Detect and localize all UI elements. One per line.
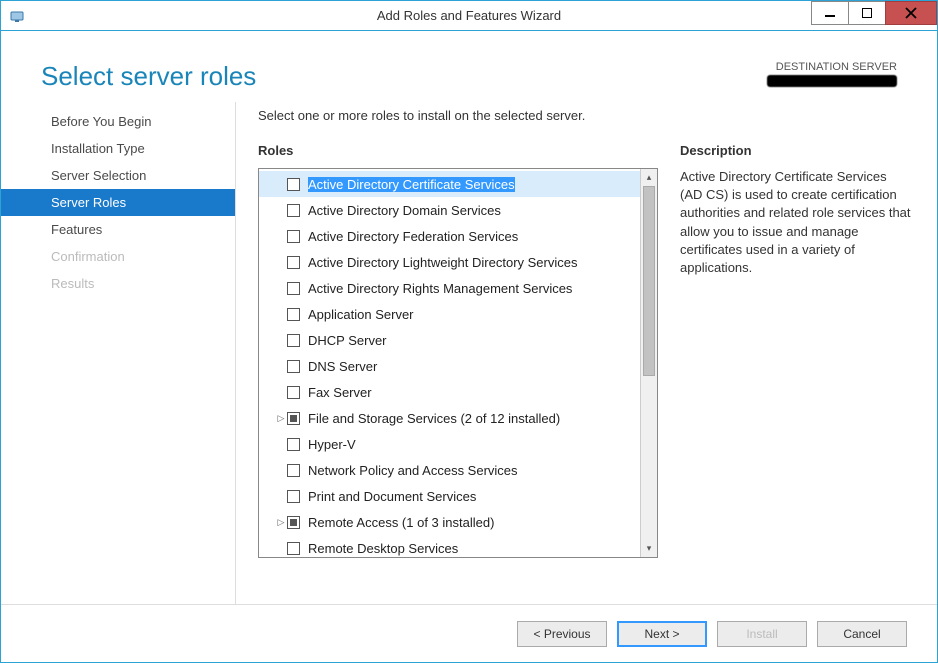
- nav-item-installation-type[interactable]: Installation Type: [1, 135, 235, 162]
- role-label: Application Server: [308, 307, 414, 322]
- scroll-track[interactable]: [641, 186, 657, 540]
- role-label: File and Storage Services (2 of 12 insta…: [308, 411, 560, 426]
- instruction-text: Select one or more roles to install on t…: [258, 108, 911, 123]
- destination-label-text: DESTINATION SERVER: [767, 61, 897, 73]
- role-checkbox[interactable]: [287, 438, 300, 451]
- role-label: Active Directory Domain Services: [308, 203, 501, 218]
- expand-icon[interactable]: ▷: [275, 517, 287, 528]
- nav-item-results: Results: [1, 270, 235, 297]
- close-button[interactable]: [885, 1, 937, 25]
- titlebar[interactable]: Add Roles and Features Wizard: [1, 1, 937, 31]
- role-label: Active Directory Rights Management Servi…: [308, 281, 572, 296]
- columns: Roles Active Directory Certificate Servi…: [258, 143, 911, 558]
- role-label: Remote Desktop Services: [308, 541, 458, 556]
- nav-item-confirmation: Confirmation: [1, 243, 235, 270]
- page-title: Select server roles: [41, 61, 256, 92]
- header: Select server roles DESTINATION SERVER: [1, 31, 937, 102]
- roles-column: Roles Active Directory Certificate Servi…: [258, 143, 658, 558]
- role-row[interactable]: Fax Server: [259, 379, 640, 405]
- nav-item-before-you-begin[interactable]: Before You Begin: [1, 108, 235, 135]
- role-checkbox[interactable]: [287, 412, 300, 425]
- role-row[interactable]: DHCP Server: [259, 327, 640, 353]
- role-row[interactable]: Active Directory Domain Services: [259, 197, 640, 223]
- wizard-nav: Before You BeginInstallation TypeServer …: [1, 102, 236, 604]
- role-checkbox[interactable]: [287, 516, 300, 529]
- role-row[interactable]: DNS Server: [259, 353, 640, 379]
- role-row[interactable]: Hyper-V: [259, 431, 640, 457]
- role-label: Remote Access (1 of 3 installed): [308, 515, 494, 530]
- role-label: Active Directory Lightweight Directory S…: [308, 255, 577, 270]
- role-row[interactable]: Network Policy and Access Services: [259, 457, 640, 483]
- window-controls: [812, 1, 937, 30]
- previous-button[interactable]: < Previous: [517, 621, 607, 647]
- role-checkbox[interactable]: [287, 204, 300, 217]
- main-panel: Select one or more roles to install on t…: [236, 102, 937, 604]
- role-row[interactable]: Active Directory Federation Services: [259, 223, 640, 249]
- role-checkbox[interactable]: [287, 490, 300, 503]
- role-checkbox[interactable]: [287, 282, 300, 295]
- role-row[interactable]: ▷ File and Storage Services (2 of 12 inst…: [259, 405, 640, 431]
- role-row[interactable]: ▷ Remote Access (1 of 3 installed): [259, 509, 640, 535]
- role-label: Network Policy and Access Services: [308, 463, 518, 478]
- server-manager-icon: [9, 8, 25, 24]
- description-column: Description Active Directory Certificate…: [680, 143, 911, 558]
- nav-item-server-roles[interactable]: Server Roles: [1, 189, 235, 216]
- maximize-button[interactable]: [848, 1, 886, 25]
- next-button[interactable]: Next >: [617, 621, 707, 647]
- description-heading: Description: [680, 143, 911, 158]
- role-label: DHCP Server: [308, 333, 387, 348]
- roles-scrollbar[interactable]: ▴ ▾: [640, 169, 657, 557]
- nav-item-server-selection[interactable]: Server Selection: [1, 162, 235, 189]
- role-checkbox[interactable]: [287, 178, 300, 191]
- role-label: Fax Server: [308, 385, 372, 400]
- role-label: Active Directory Federation Services: [308, 229, 518, 244]
- roles-listbox: Active Directory Certificate Services Act…: [258, 168, 658, 558]
- description-text: Active Directory Certificate Services (A…: [680, 168, 911, 277]
- body: Before You BeginInstallation TypeServer …: [1, 102, 937, 604]
- role-checkbox[interactable]: [287, 256, 300, 269]
- role-label: Active Directory Certificate Services: [308, 177, 515, 192]
- role-row[interactable]: Print and Document Services: [259, 483, 640, 509]
- role-row[interactable]: Remote Desktop Services: [259, 535, 640, 557]
- scroll-thumb[interactable]: [643, 186, 655, 376]
- destination-server-label: DESTINATION SERVER: [767, 61, 897, 90]
- wizard-window: Add Roles and Features Wizard Select ser…: [0, 0, 938, 663]
- roles-list[interactable]: Active Directory Certificate Services Act…: [259, 169, 640, 557]
- scroll-up-button[interactable]: ▴: [641, 169, 657, 186]
- scroll-down-button[interactable]: ▾: [641, 540, 657, 557]
- minimize-button[interactable]: [811, 1, 849, 25]
- role-checkbox[interactable]: [287, 334, 300, 347]
- role-row[interactable]: Application Server: [259, 301, 640, 327]
- destination-server-name: [767, 75, 897, 87]
- role-row[interactable]: Active Directory Rights Management Servi…: [259, 275, 640, 301]
- cancel-button[interactable]: Cancel: [817, 621, 907, 647]
- role-row[interactable]: Active Directory Lightweight Directory S…: [259, 249, 640, 275]
- install-button[interactable]: Install: [717, 621, 807, 647]
- role-checkbox[interactable]: [287, 308, 300, 321]
- role-checkbox[interactable]: [287, 464, 300, 477]
- role-row[interactable]: Active Directory Certificate Services: [259, 171, 640, 197]
- window-title: Add Roles and Features Wizard: [1, 8, 937, 23]
- role-label: Hyper-V: [308, 437, 356, 452]
- role-checkbox[interactable]: [287, 230, 300, 243]
- footer: < Previous Next > Install Cancel: [1, 604, 937, 662]
- role-checkbox[interactable]: [287, 542, 300, 555]
- role-label: Print and Document Services: [308, 489, 476, 504]
- roles-heading: Roles: [258, 143, 658, 158]
- content: Select server roles DESTINATION SERVER B…: [1, 31, 937, 662]
- role-checkbox[interactable]: [287, 386, 300, 399]
- role-label: DNS Server: [308, 359, 377, 374]
- nav-item-features[interactable]: Features: [1, 216, 235, 243]
- role-checkbox[interactable]: [287, 360, 300, 373]
- expand-icon[interactable]: ▷: [275, 413, 287, 424]
